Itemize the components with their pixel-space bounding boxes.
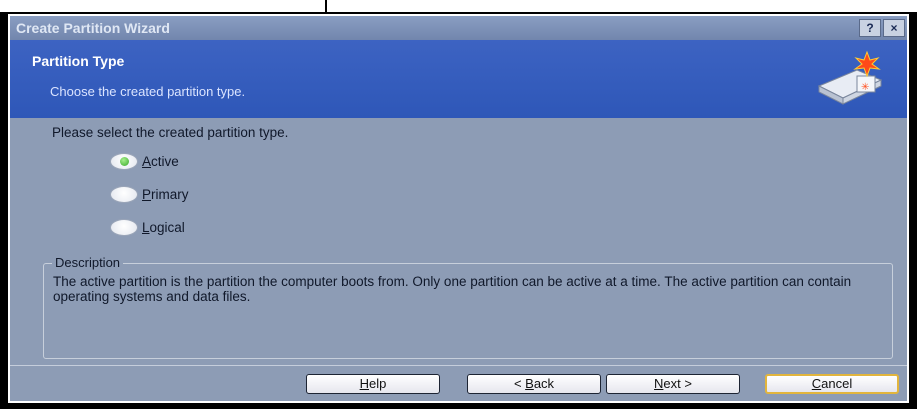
- description-group: Description The active partition is the …: [43, 255, 893, 359]
- wizard-window: Create Partition Wizard ? × Partition Ty…: [8, 14, 909, 403]
- radio-logical-label: Logical: [142, 220, 185, 235]
- next-button[interactable]: Next >: [606, 374, 740, 394]
- page-title: Partition Type: [32, 53, 125, 69]
- radio-active-indicator[interactable]: [110, 153, 138, 170]
- close-icon[interactable]: ×: [883, 19, 905, 37]
- page-subtitle: Choose the created partition type.: [50, 84, 246, 99]
- wizard-body: Please select the created partition type…: [10, 118, 907, 363]
- window-title: Create Partition Wizard: [16, 20, 170, 36]
- radio-logical-indicator[interactable]: [110, 219, 138, 236]
- top-strip: [0, 0, 917, 12]
- top-strip-separator: [325, 0, 327, 12]
- radio-primary-indicator[interactable]: [110, 186, 138, 203]
- radio-active-label: Active: [142, 154, 179, 169]
- svg-text:✳: ✳: [861, 82, 869, 93]
- wizard-header: Partition Type Choose the created partit…: [10, 40, 907, 118]
- footer-divider: [10, 365, 907, 366]
- title-bar[interactable]: Create Partition Wizard ? ×: [10, 16, 907, 40]
- selection-prompt: Please select the created partition type…: [52, 125, 289, 140]
- description-text: The active partition is the partition th…: [53, 274, 852, 304]
- radio-logical[interactable]: Logical: [110, 219, 185, 236]
- cancel-button[interactable]: Cancel: [765, 374, 899, 394]
- description-legend: Description: [52, 255, 124, 270]
- radio-primary-label: Primary: [142, 187, 189, 202]
- title-buttons: ? ×: [859, 19, 905, 37]
- radio-primary[interactable]: Primary: [110, 186, 189, 203]
- disk-star-icon: ✳: [817, 50, 883, 105]
- back-button[interactable]: < Back: [467, 374, 601, 394]
- help-button[interactable]: Help: [306, 374, 440, 394]
- help-icon[interactable]: ?: [859, 19, 881, 37]
- radio-active[interactable]: Active: [110, 153, 179, 170]
- button-row: Help < Back Next > Cancel: [10, 374, 907, 394]
